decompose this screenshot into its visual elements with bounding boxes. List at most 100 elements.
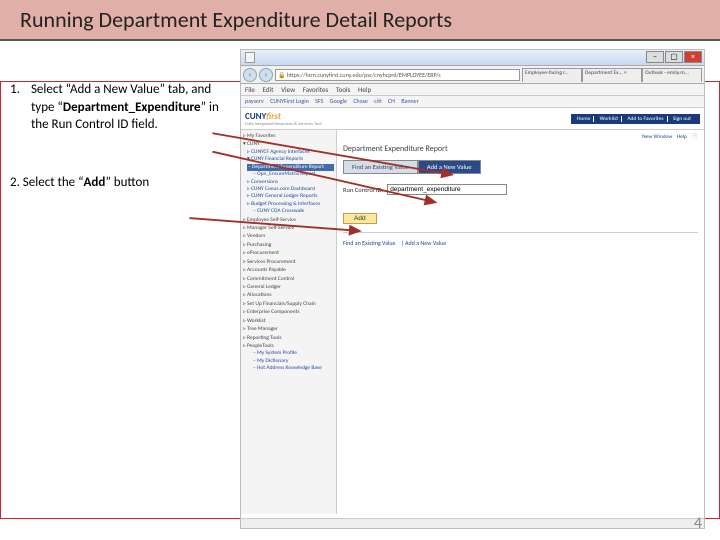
nav-budget-processing[interactable]: ▹ Budget Processing & Interfaces xyxy=(247,201,334,208)
step2-text-pre: 2. Select the “ xyxy=(10,175,84,190)
close-button[interactable]: × xyxy=(684,51,702,63)
nav-agency-interfaces[interactable]: ▹ CUNYCF Agency Interfaces xyxy=(247,149,334,156)
link-new-window[interactable]: New Window xyxy=(642,134,672,140)
nav-mss[interactable]: ▹ Manager Self-Service xyxy=(243,225,334,232)
nav-opn-encum[interactable]: – Opn_EncumMatrix Report xyxy=(253,171,334,178)
nav-my-favorites[interactable]: ▹ My Favorites xyxy=(243,133,334,140)
add-button[interactable]: Add xyxy=(343,213,377,224)
browser-nav-bar: ‹ › 🔒 https://hcm.cunyfirst.cuny.edu/psc… xyxy=(241,66,704,84)
favorites-bar: payserv CUNYFirst Login SFS Google Chase… xyxy=(241,96,704,108)
link-worklist[interactable]: Worklist xyxy=(600,116,622,122)
nav-services-procurement[interactable]: ▹ Services Procurement xyxy=(243,259,334,266)
run-control-label: Run Control ID: xyxy=(343,186,383,194)
header-links: Home Worklist Add to Favorites Sign out xyxy=(571,114,700,124)
window-tab-strip xyxy=(245,52,255,63)
step2-text-post: ” button xyxy=(105,175,149,190)
fav-link[interactable]: citi xyxy=(374,97,381,105)
back-button[interactable]: ‹ xyxy=(243,68,257,82)
minimize-button[interactable]: – xyxy=(646,51,664,63)
nav-accounts-payable[interactable]: ▹ Accounts Payable xyxy=(243,267,334,274)
window-tab[interactable] xyxy=(245,52,255,63)
nav-reporting-tools[interactable]: ▹ Reporting Tools xyxy=(243,335,334,342)
step2-text-bold: Add xyxy=(84,175,106,190)
fav-link[interactable]: SFS xyxy=(315,97,323,105)
address-bar[interactable]: 🔒 https://hcm.cunyfirst.cuny.edu/psc/cny… xyxy=(275,69,520,81)
nav-purchasing[interactable]: ▹ Purchasing xyxy=(243,242,334,249)
nav-peopletools[interactable]: ▹ PeopleTools xyxy=(243,343,334,350)
horizontal-scrollbar[interactable] xyxy=(241,518,704,528)
main-content: New Window Help 📄 Department Expenditure… xyxy=(337,130,704,514)
page-number: 4 xyxy=(694,514,702,533)
nav-ess[interactable]: ▹ Employee Self-Service xyxy=(243,217,334,224)
maximize-button[interactable]: ▢ xyxy=(665,51,683,63)
browser-tabs: Employee-facing r... Department Ex... × … xyxy=(522,68,702,82)
nav-gl-reports[interactable]: ▹ CUNY General Ledger Reports xyxy=(247,193,334,200)
browser-screenshot: – ▢ × ‹ › 🔒 https://hcm.cunyfirst.cuny.e… xyxy=(240,49,705,529)
nav-my-dictionary[interactable]: – My Dictionary xyxy=(253,358,334,365)
nav-general-ledger[interactable]: ▹ General Ledger xyxy=(243,284,334,291)
fav-link[interactable]: Google xyxy=(330,97,347,105)
link-add-new[interactable]: Add a New Value xyxy=(405,239,446,247)
nav-coa-crosswalk[interactable]: – CUNY COA Crosswalk xyxy=(253,208,334,215)
fav-link[interactable]: payserv xyxy=(245,97,264,105)
logo-cuny: CUNY xyxy=(245,111,266,122)
browser-tab[interactable]: Department Ex... × xyxy=(582,68,642,82)
instruction-step-1: 1. Select “Add a New Value” tab, and typ… xyxy=(10,81,230,134)
forward-button[interactable]: › xyxy=(259,68,273,82)
run-control-row: Run Control ID: xyxy=(343,184,698,195)
top-action-links: New Window Help 📄 xyxy=(343,134,698,140)
tab-find-existing[interactable]: Find an Existing Value xyxy=(343,160,418,174)
link-signout[interactable]: Sign out xyxy=(673,116,694,122)
page-heading: Department Expenditure Report xyxy=(343,144,698,154)
nav-financial-reports[interactable]: ▾ CUNY Financial Reports xyxy=(247,156,334,163)
step1-text-bold: Department_Expenditure xyxy=(63,100,201,115)
nav-vendors[interactable]: ▹ Vendors xyxy=(243,233,334,240)
menu-favorites[interactable]: Favorites xyxy=(303,85,329,94)
instructions-panel: 1. Select “Add a New Value” tab, and typ… xyxy=(10,81,230,191)
add-button-row: Add xyxy=(343,209,698,233)
nav-setup-financials[interactable]: ▹ Set Up Financials/Supply Chain xyxy=(243,301,334,308)
nav-enterprise-components[interactable]: ▹ Enterprise Components xyxy=(243,309,334,316)
http-icon: 📄 xyxy=(691,134,698,140)
nav-tree-manager[interactable]: ▹ Tree Manager xyxy=(243,326,334,333)
browser-tab[interactable]: Employee-facing r... xyxy=(522,68,582,82)
fav-link[interactable]: CH xyxy=(388,97,395,105)
link-find-existing[interactable]: Find an Existing Value xyxy=(343,239,396,247)
left-nav: ▹ My Favorites ▾ CUNY ▹ CUNYCF Agency In… xyxy=(241,130,337,514)
nav-allocations[interactable]: ▹ Allocations xyxy=(243,292,334,299)
nav-cuny[interactable]: ▾ CUNY xyxy=(243,141,334,148)
browser-tab[interactable]: Outlook - emily.m... xyxy=(642,68,702,82)
nav-eprocurement[interactable]: ▹ eProcurement xyxy=(243,250,334,257)
fav-link[interactable]: Banner xyxy=(401,97,419,105)
logo-first: first xyxy=(266,111,281,122)
link-help[interactable]: Help xyxy=(677,134,687,140)
logo-subtitle: Fully Integrated Resources & Services To… xyxy=(245,122,322,127)
app-header: CUNYfirst Fully Integrated Resources & S… xyxy=(241,108,704,130)
window-buttons: – ▢ × xyxy=(646,51,702,63)
lock-icon: 🔒 xyxy=(278,71,285,79)
url-text: https://hcm.cunyfirst.cuny.edu/psc/cnyhc… xyxy=(287,71,441,79)
app-body: ▹ My Favorites ▾ CUNY ▹ CUNYCF Agency In… xyxy=(241,130,704,514)
menu-view[interactable]: View xyxy=(281,85,295,94)
menu-edit[interactable]: Edit xyxy=(263,85,274,94)
menu-file[interactable]: File xyxy=(245,85,255,94)
fav-link[interactable]: Chase xyxy=(353,97,368,105)
menu-help[interactable]: Help xyxy=(358,85,371,94)
instruction-step-2: 2. Select the “Add” button xyxy=(10,174,230,192)
window-titlebar: – ▢ × xyxy=(241,50,704,66)
tab-add-new-value[interactable]: Add a New Value xyxy=(418,160,481,174)
link-add-favorites[interactable]: Add to Favorites xyxy=(627,116,667,122)
menu-tools[interactable]: Tools xyxy=(336,85,351,94)
nav-my-system-profile[interactable]: – My System Profile xyxy=(253,350,334,357)
nav-dept-expenditure[interactable]: – Department Expenditure Report xyxy=(247,164,334,171)
nav-conversions[interactable]: ▹ Conversions xyxy=(247,179,334,186)
link-home[interactable]: Home xyxy=(577,116,594,122)
nav-commitment-control[interactable]: ▹ Commitment Control xyxy=(243,276,334,283)
nav-knowledge-base[interactable]: – Hot Address Knowledge Base xyxy=(253,365,334,372)
nav-worklist[interactable]: ▹ Worklist xyxy=(243,318,334,325)
run-control-id-input[interactable] xyxy=(387,184,507,195)
nav-coeus-dashboard[interactable]: ▹ CUNY Coeus.com Dashboard xyxy=(247,186,334,193)
slide-content: 1. Select “Add a New Value” tab, and typ… xyxy=(0,41,720,539)
step-number: 1. xyxy=(10,81,28,99)
fav-link[interactable]: CUNYFirst Login xyxy=(270,97,309,105)
